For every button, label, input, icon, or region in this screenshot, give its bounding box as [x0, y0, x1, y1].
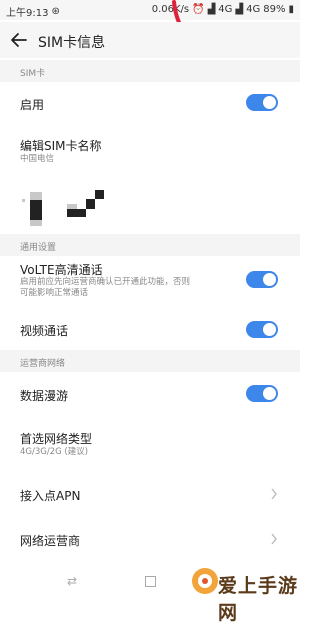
status-time: 上午9:13	[6, 8, 49, 19]
network-type-1: 4G	[218, 4, 233, 15]
toggle-knob	[263, 387, 276, 400]
sync-icon: ⊛	[51, 5, 60, 17]
toggle-knob	[263, 273, 276, 286]
battery-percent: 89%	[263, 4, 286, 15]
page-title: SIM卡信息	[38, 35, 106, 51]
preferred-network-row[interactable]: 首选网络类型 4G/3G/2G (建议)	[0, 418, 300, 468]
video-call-label: 视频通话	[20, 324, 69, 338]
enable-sim-label: 启用	[20, 98, 45, 112]
edit-sim-name-row[interactable]: 编辑SIM卡名称 中国电信	[0, 126, 300, 174]
obscured-sim-info	[0, 178, 300, 234]
enable-sim-row[interactable]: 启用	[0, 82, 300, 124]
alarm-icon: ⏰	[192, 3, 205, 15]
preferred-network-value: 4G/3G/2G (建议)	[20, 447, 89, 457]
volte-row[interactable]: VoLTE高清通话 启用前应先向运营商确认已开通此功能，否则 可能影响正常通话	[0, 256, 300, 312]
network-type-2: 4G	[246, 4, 261, 15]
home-square-icon[interactable]	[145, 576, 156, 587]
enable-sim-toggle[interactable]	[246, 94, 278, 111]
network-operator-row[interactable]: 网络运营商	[0, 518, 300, 562]
volte-label: VoLTE高清通话	[20, 263, 103, 277]
back-arrow-icon[interactable]	[10, 31, 28, 49]
section-header-sim-label: SIM卡	[20, 69, 46, 79]
toggle-knob	[263, 323, 276, 336]
network-speed: 0.06K/s	[151, 4, 190, 15]
section-header-carrier-label: 运营商网络	[20, 359, 66, 369]
data-roaming-toggle[interactable]	[246, 385, 278, 402]
network-operator-label: 网络运营商	[20, 534, 81, 548]
signal-icon-2: ▟	[235, 3, 244, 15]
video-call-toggle[interactable]	[246, 321, 278, 338]
volte-description-line2: 可能影响正常通话	[20, 288, 89, 298]
status-bar: 上午9:13 ⊛ 0.06K/s ⏰ ▟ 4G ▟ 4G 89% ▮	[0, 0, 300, 20]
pixel-artifact	[30, 200, 42, 220]
pixel-artifact	[30, 220, 42, 226]
volte-description-line1: 启用前应先向运营商确认已开通此功能，否则	[20, 277, 191, 287]
pixel-artifact	[95, 190, 104, 199]
section-header-general-label: 通用设置	[20, 243, 57, 253]
battery-icon: ▮	[288, 3, 294, 15]
apn-label: 接入点APN	[20, 489, 81, 503]
video-call-row[interactable]: 视频通话	[0, 312, 300, 352]
app-header: SIM卡信息	[0, 22, 300, 58]
pixel-artifact	[86, 199, 95, 209]
sim-carrier-name: 中国电信	[20, 154, 55, 164]
pixel-artifact	[67, 209, 86, 217]
pixel-artifact	[22, 199, 25, 202]
chevron-right-icon	[271, 488, 277, 500]
pixel-artifact	[67, 204, 77, 209]
section-header-carrier: 运营商网络	[0, 350, 300, 372]
section-header-general: 通用设置	[0, 234, 300, 256]
apn-row[interactable]: 接入点APN	[0, 472, 300, 516]
watermark-text: 爱上手游网	[218, 575, 299, 624]
recent-apps-icon[interactable]: ⇄	[67, 574, 77, 588]
signal-icon: ▟	[207, 3, 216, 15]
chevron-right-icon	[271, 533, 277, 545]
section-header-sim: SIM卡	[0, 60, 300, 82]
data-roaming-row[interactable]: 数据漫游	[0, 372, 300, 416]
volte-toggle[interactable]	[246, 271, 278, 288]
pixel-artifact	[30, 192, 42, 200]
edit-sim-name-label: 编辑SIM卡名称	[20, 139, 102, 153]
preferred-network-label: 首选网络类型	[20, 432, 93, 446]
data-roaming-label: 数据漫游	[20, 389, 69, 403]
toggle-knob	[263, 96, 276, 109]
